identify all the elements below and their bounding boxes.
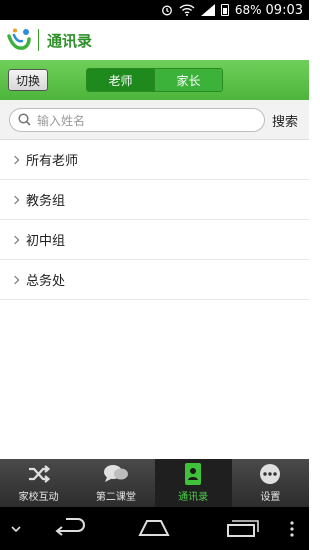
search-button[interactable]: 搜索 [272, 111, 298, 130]
group-label: 总务处 [26, 274, 66, 289]
chevron-right-icon [10, 275, 20, 284]
list-item[interactable]: 教务组 [0, 180, 309, 220]
tab-home-school[interactable]: 家校互动 [0, 459, 77, 507]
tab-label: 第二课堂 [95, 492, 136, 503]
shuffle-icon [27, 462, 51, 486]
chevron-right-icon [10, 155, 20, 164]
wifi-icon [179, 4, 195, 16]
app-logo-icon [6, 26, 34, 54]
search-icon [18, 111, 31, 130]
menu-chevron-icon[interactable] [11, 526, 21, 533]
search-input[interactable]: 输入姓名 [9, 108, 265, 132]
segment-teachers[interactable]: 老师 [87, 69, 154, 91]
tab-settings[interactable]: 设置 [232, 459, 309, 507]
group-label: 教务组 [26, 194, 66, 209]
search-placeholder: 输入姓名 [37, 113, 86, 128]
search-bar: 输入姓名 [0, 100, 309, 140]
signal-icon [200, 4, 215, 16]
bottom-tab-bar: 家校互动 第二课堂 通讯录 设置 [0, 459, 309, 507]
alarm-icon [161, 4, 173, 16]
group-label: 所有老师 [26, 154, 79, 169]
status-bar: 68% 09:03 [0, 0, 309, 20]
segment-parents[interactable]: 家长 [154, 69, 222, 91]
home-icon[interactable] [138, 520, 170, 536]
list-item[interactable]: 所有老师 [0, 140, 309, 180]
battery-level: 68% [234, 3, 262, 17]
switch-button[interactable]: 切换 [8, 69, 48, 91]
title-divider [38, 29, 39, 51]
group-label: 初中组 [26, 234, 66, 249]
list-item[interactable]: 总务处 [0, 260, 309, 300]
clock: 09:03 [265, 2, 303, 18]
system-nav-bar [0, 507, 309, 550]
page-title: 通讯录 [47, 31, 93, 50]
contacts-icon [183, 462, 203, 486]
battery-icon [220, 4, 229, 16]
recent-apps-icon[interactable] [227, 520, 259, 537]
back-icon[interactable] [55, 518, 85, 536]
more-dots-icon [259, 462, 281, 486]
role-toolbar: 切换 老师 家长 [0, 60, 309, 100]
role-segmented-control: 老师 家长 [86, 68, 223, 92]
tab-contacts[interactable]: 通讯录 [154, 459, 232, 507]
overflow-menu-icon[interactable] [290, 521, 294, 537]
chevron-right-icon [10, 235, 20, 244]
tab-label: 家校互动 [18, 492, 59, 503]
tab-label: 设置 [260, 492, 281, 503]
tab-label: 通讯录 [178, 492, 209, 503]
list-item[interactable]: 初中组 [0, 220, 309, 260]
contact-group-list: 所有老师 教务组 初中组 总务处 [0, 140, 309, 300]
title-bar: 通讯录 [0, 20, 309, 60]
chat-bubbles-icon [102, 462, 130, 486]
tab-second-classroom[interactable]: 第二课堂 [77, 459, 154, 507]
chevron-right-icon [10, 195, 20, 204]
